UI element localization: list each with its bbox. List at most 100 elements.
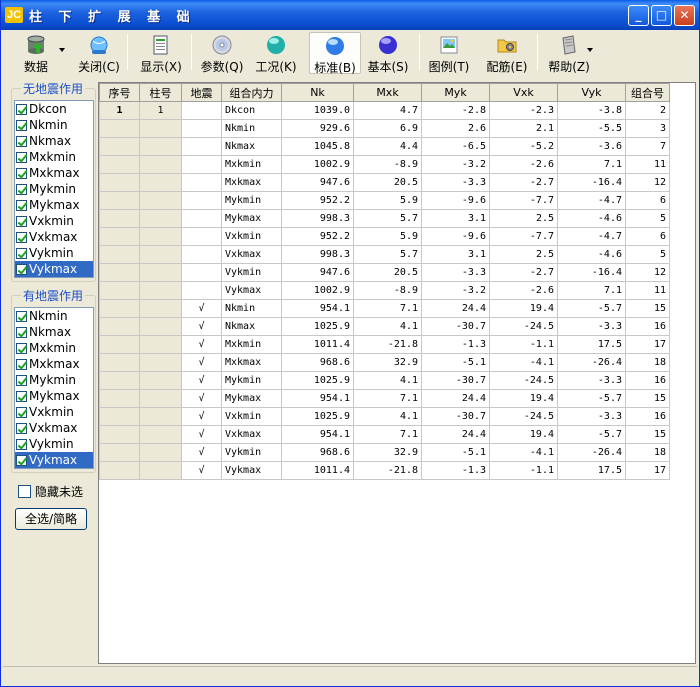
hide-unselected-checkbox[interactable]: 隐藏未选 xyxy=(18,483,83,500)
close-window-button[interactable]: ✕ xyxy=(674,5,695,26)
no-quake-item[interactable]: Nkmin xyxy=(15,117,93,133)
checkbox-checked-icon[interactable] xyxy=(16,374,27,386)
with-quake-item[interactable]: Mykmin xyxy=(15,372,93,388)
checkbox-checked-icon[interactable] xyxy=(16,167,27,179)
with-quake-item[interactable]: Nkmax xyxy=(15,324,93,340)
column-header[interactable]: Vxk xyxy=(489,83,558,102)
toolbar-button-8[interactable]: 配筋(E) xyxy=(481,32,533,74)
checkbox-checked-icon[interactable] xyxy=(16,358,27,370)
checkbox-checked-icon[interactable] xyxy=(16,151,27,163)
table-row[interactable]: √ Mykmax 954.1 7.1 24.4 19.4 -5.7 15 xyxy=(99,389,670,408)
table-row[interactable]: Vxkmin 952.2 5.9 -9.6 -7.7 -4.7 6 xyxy=(99,227,670,246)
table-row[interactable]: Nkmin 929.6 6.9 2.6 2.1 -5.5 3 xyxy=(99,119,670,138)
toolbar-button-3[interactable]: 参数(Q) xyxy=(199,32,245,74)
with-quake-item[interactable]: Mxkmin xyxy=(15,340,93,356)
checkbox-checked-icon[interactable] xyxy=(16,119,27,131)
toolbar-button-5[interactable]: 标准(B) xyxy=(309,32,361,75)
checkbox-checked-icon[interactable] xyxy=(16,231,27,243)
table-row[interactable]: Nkmax 1045.8 4.4 -6.5 -5.2 -3.6 7 xyxy=(99,137,670,156)
with-quake-item[interactable]: Vxkmin xyxy=(15,404,93,420)
table-cell: 32.9 xyxy=(353,443,422,462)
with-quake-item[interactable]: Vxkmax xyxy=(15,420,93,436)
column-header[interactable]: 序号 xyxy=(99,83,140,102)
checkbox-checked-icon[interactable] xyxy=(16,390,27,402)
no-quake-item[interactable]: Mxkmax xyxy=(15,165,93,181)
minimize-button[interactable]: _ xyxy=(628,5,649,26)
checkbox-checked-icon[interactable] xyxy=(16,438,27,450)
table-row[interactable]: Mykmax 998.3 5.7 3.1 2.5 -4.6 5 xyxy=(99,209,670,228)
table-row[interactable]: Mxkmax 947.6 20.5 -3.3 -2.7 -16.4 12 xyxy=(99,173,670,192)
table-row[interactable]: Mykmin 952.2 5.9 -9.6 -7.7 -4.7 6 xyxy=(99,191,670,210)
toolbar-button-2[interactable]: 显示(X) xyxy=(135,32,187,74)
column-header[interactable]: 组合号 xyxy=(625,83,670,102)
toolbar-button-6[interactable]: 基本(S) xyxy=(363,32,413,74)
table-row[interactable]: √ Vxkmax 954.1 7.1 24.4 19.4 -5.7 15 xyxy=(99,425,670,444)
with-quake-item[interactable]: Vykmax xyxy=(15,452,93,468)
checkbox-checked-icon[interactable] xyxy=(16,135,27,147)
checkbox-checked-icon[interactable] xyxy=(16,454,27,466)
table-cell xyxy=(99,335,140,354)
no-quake-item[interactable]: Mxkmin xyxy=(15,149,93,165)
with-quake-item-label: Mykmin xyxy=(29,373,77,387)
column-header[interactable]: 柱号 xyxy=(139,83,182,102)
table-row[interactable]: √ Vykmin 968.6 32.9 -5.1 -4.1 -26.4 18 xyxy=(99,443,670,462)
table-row[interactable]: Vykmax 1002.9 -8.9 -3.2 -2.6 7.1 11 xyxy=(99,281,670,300)
checkbox-checked-icon[interactable] xyxy=(16,199,27,211)
table-row[interactable]: √ Mxkmin 1011.4 -21.8 -1.3 -1.1 17.5 17 xyxy=(99,335,670,354)
table-row[interactable]: √ Nkmin 954.1 7.1 24.4 19.4 -5.7 15 xyxy=(99,299,670,318)
column-header[interactable]: 地震 xyxy=(181,83,222,102)
toolbar-button-0[interactable]: 数据 xyxy=(7,32,65,74)
select-all-button[interactable]: 全选/简略 xyxy=(15,508,87,530)
checkbox-checked-icon[interactable] xyxy=(16,422,27,434)
no-quake-item[interactable]: Dkcon xyxy=(15,101,93,117)
no-quake-item[interactable]: Mykmax xyxy=(15,197,93,213)
with-quake-item-label: Vxkmax xyxy=(29,421,78,435)
checkbox-checked-icon[interactable] xyxy=(16,263,27,275)
table-row[interactable]: 1 1 Dkcon 1039.0 4.7 -2.8 -2.3 -3.8 2 xyxy=(99,101,670,120)
table-row[interactable]: √ Vykmax 1011.4 -21.8 -1.3 -1.1 17.5 17 xyxy=(99,461,670,480)
checkbox-box[interactable] xyxy=(18,485,31,498)
no-quake-item[interactable]: Vxkmin xyxy=(15,213,93,229)
maximize-button[interactable]: □ xyxy=(651,5,672,26)
table-row[interactable]: Vykmin 947.6 20.5 -3.3 -2.7 -16.4 12 xyxy=(99,263,670,282)
with-quake-item[interactable]: Vykmin xyxy=(15,436,93,452)
with-quake-list[interactable]: Nkmin Nkmax Mxkmin Mxkmax Mykmin Mykmax Vxkmin… xyxy=(14,307,94,469)
toolbar-button-label: 帮助(Z) xyxy=(548,60,590,74)
with-quake-item[interactable]: Mxkmax xyxy=(15,356,93,372)
results-grid[interactable]: 序号 柱号 地震 组合内力 Nk Mxk Myk Vxk Vyk 组合号 1 1 Dkcon 1039.0… xyxy=(98,82,696,664)
table-cell: -4.7 xyxy=(557,227,626,246)
table-row[interactable]: √ Nkmax 1025.9 4.1 -30.7 -24.5 -3.3 16 xyxy=(99,317,670,336)
checkbox-checked-icon[interactable] xyxy=(16,342,27,354)
toolbar-button-7[interactable]: 图例(T) xyxy=(425,32,473,74)
no-quake-item[interactable]: Mykmin xyxy=(15,181,93,197)
table-row[interactable]: √ Mykmin 1025.9 4.1 -30.7 -24.5 -3.3 16 xyxy=(99,371,670,390)
checkbox-checked-icon[interactable] xyxy=(16,406,27,418)
toolbar-button-1[interactable]: 关闭(C) xyxy=(75,32,123,74)
dropdown-arrow-icon[interactable] xyxy=(59,48,65,52)
checkbox-checked-icon[interactable] xyxy=(16,103,27,115)
table-row[interactable]: Mxkmin 1002.9 -8.9 -3.2 -2.6 7.1 11 xyxy=(99,155,670,174)
column-header[interactable]: Mxk xyxy=(353,83,422,102)
dropdown-arrow-icon[interactable] xyxy=(587,48,593,52)
no-quake-item[interactable]: Vykmax xyxy=(15,261,93,277)
toolbar-button-4[interactable]: 工况(K) xyxy=(253,32,299,74)
checkbox-checked-icon[interactable] xyxy=(16,310,27,322)
column-header[interactable]: Vyk xyxy=(557,83,626,102)
column-header[interactable]: Nk xyxy=(281,83,354,102)
checkbox-checked-icon[interactable] xyxy=(16,215,27,227)
no-quake-item[interactable]: Nkmax xyxy=(15,133,93,149)
checkbox-checked-icon[interactable] xyxy=(16,326,27,338)
no-quake-item[interactable]: Vykmin xyxy=(15,245,93,261)
column-header[interactable]: Myk xyxy=(421,83,490,102)
toolbar-button-9[interactable]: 帮助(Z) xyxy=(545,32,593,74)
table-row[interactable]: Vxkmax 998.3 5.7 3.1 2.5 -4.6 5 xyxy=(99,245,670,264)
checkbox-checked-icon[interactable] xyxy=(16,247,27,259)
no-quake-list[interactable]: Dkcon Nkmin Nkmax Mxkmin Mxkmax Mykmin Mykmax V… xyxy=(14,100,94,278)
no-quake-item[interactable]: Vxkmax xyxy=(15,229,93,245)
with-quake-item[interactable]: Nkmin xyxy=(15,308,93,324)
with-quake-item[interactable]: Mykmax xyxy=(15,388,93,404)
table-row[interactable]: √ Vxkmin 1025.9 4.1 -30.7 -24.5 -3.3 16 xyxy=(99,407,670,426)
checkbox-checked-icon[interactable] xyxy=(16,183,27,195)
column-header[interactable]: 组合内力 xyxy=(221,83,282,102)
table-row[interactable]: √ Mxkmax 968.6 32.9 -5.1 -4.1 -26.4 18 xyxy=(99,353,670,372)
